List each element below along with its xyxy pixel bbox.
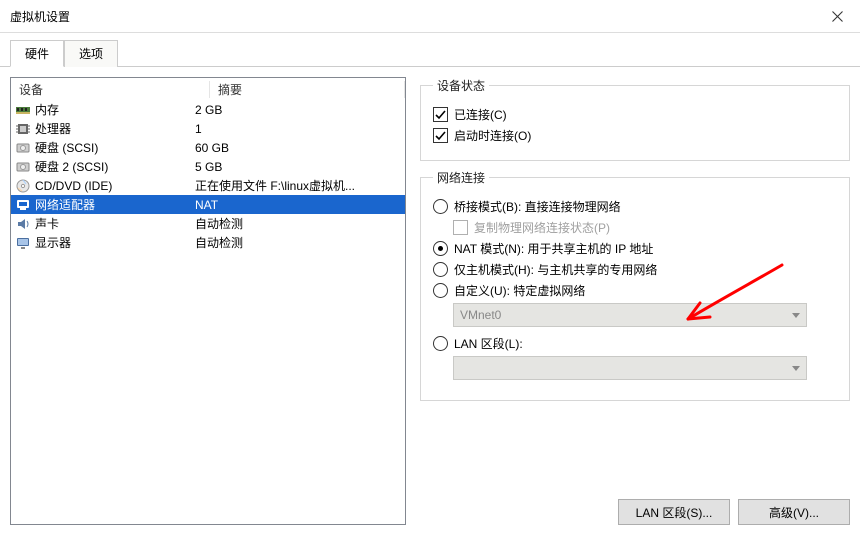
device-row[interactable]: 显示器自动检测 xyxy=(11,233,405,252)
device-name: 内存 xyxy=(35,101,195,118)
radio-icon xyxy=(433,262,448,277)
radio-lan-segment[interactable]: LAN 区段(L): xyxy=(433,335,837,352)
device-row[interactable]: 声卡自动检测 xyxy=(11,214,405,233)
checkbox-replicate-state-label: 复制物理网络连接状态(P) xyxy=(474,219,610,236)
device-summary: 正在使用文件 F:\linux虚拟机... xyxy=(195,177,401,194)
device-row[interactable]: 硬盘 (SCSI)60 GB xyxy=(11,138,405,157)
radio-icon xyxy=(433,283,448,298)
checkmark-icon xyxy=(433,107,448,122)
radio-icon xyxy=(433,199,448,214)
radio-icon xyxy=(433,241,448,256)
close-icon xyxy=(832,11,843,22)
device-row[interactable]: 处理器1 xyxy=(11,119,405,138)
device-name: 显示器 xyxy=(35,234,195,251)
device-summary: 自动检测 xyxy=(195,215,401,232)
device-name: CD/DVD (IDE) xyxy=(35,179,195,193)
device-summary: 自动检测 xyxy=(195,234,401,251)
titlebar: 虚拟机设置 xyxy=(0,0,860,33)
checkbox-connect-at-poweron-label: 启动时连接(O) xyxy=(454,127,531,144)
device-name: 处理器 xyxy=(35,120,195,137)
device-row[interactable]: 内存2 GB xyxy=(11,100,405,119)
device-table-body: 内存2 GB处理器1硬盘 (SCSI)60 GB硬盘 2 (SCSI)5 GBC… xyxy=(11,100,405,524)
device-name: 硬盘 (SCSI) xyxy=(35,139,195,156)
device-name: 声卡 xyxy=(35,215,195,232)
window-title: 虚拟机设置 xyxy=(10,8,70,25)
tab-strip: 硬件 选项 xyxy=(0,33,860,67)
button-row: LAN 区段(S)... 高级(V)... xyxy=(420,491,850,525)
checkmark-icon xyxy=(453,220,468,235)
device-settings-panel: 设备状态 已连接(C) 启动时连接(O) 网络连接 xyxy=(420,77,850,525)
column-header-summary[interactable]: 摘要 xyxy=(210,81,405,98)
device-status-legend: 设备状态 xyxy=(433,77,489,94)
device-status-group: 设备状态 已连接(C) 启动时连接(O) xyxy=(420,77,850,161)
device-row[interactable]: CD/DVD (IDE)正在使用文件 F:\linux虚拟机... xyxy=(11,176,405,195)
checkbox-connect-at-poweron[interactable]: 启动时连接(O) xyxy=(433,127,837,144)
radio-hostonly[interactable]: 仅主机模式(H): 与主机共享的专用网络 xyxy=(433,261,837,278)
radio-custom-label: 自定义(U): 特定虚拟网络 xyxy=(454,282,585,299)
network-connection-legend: 网络连接 xyxy=(433,169,489,186)
display-icon xyxy=(15,235,31,251)
device-summary: 1 xyxy=(195,122,401,136)
device-summary: 5 GB xyxy=(195,160,401,174)
network-connection-group: 网络连接 桥接模式(B): 直接连接物理网络 复制物理网络连接状态(P) NAT… xyxy=(420,169,850,401)
radio-lan-segment-label: LAN 区段(L): xyxy=(454,335,523,352)
custom-vmnet-select: VMnet0 xyxy=(453,303,807,327)
device-name: 硬盘 2 (SCSI) xyxy=(35,158,195,175)
cd-icon xyxy=(15,178,31,194)
device-table-header: 设备 摘要 xyxy=(11,78,405,100)
device-summary: NAT xyxy=(195,198,401,212)
device-row[interactable]: 网络适配器NAT xyxy=(11,195,405,214)
checkbox-replicate-state: 复制物理网络连接状态(P) xyxy=(453,219,837,236)
device-name: 网络适配器 xyxy=(35,196,195,213)
content-area: 设备 摘要 内存2 GB处理器1硬盘 (SCSI)60 GB硬盘 2 (SCSI… xyxy=(0,67,860,535)
chevron-down-icon xyxy=(792,313,800,318)
net-icon xyxy=(15,197,31,213)
radio-nat[interactable]: NAT 模式(N): 用于共享主机的 IP 地址 xyxy=(433,240,837,257)
radio-bridged[interactable]: 桥接模式(B): 直接连接物理网络 xyxy=(433,198,837,215)
device-summary: 60 GB xyxy=(195,141,401,155)
advanced-button[interactable]: 高级(V)... xyxy=(738,499,850,525)
radio-custom[interactable]: 自定义(U): 特定虚拟网络 xyxy=(433,282,837,299)
column-header-device[interactable]: 设备 xyxy=(11,81,210,98)
tab-hardware[interactable]: 硬件 xyxy=(10,40,64,67)
custom-vmnet-value: VMnet0 xyxy=(460,308,501,322)
radio-icon xyxy=(433,336,448,351)
vm-settings-window: 虚拟机设置 硬件 选项 设备 摘要 内存2 GB处理器1硬盘 (SCSI)60 … xyxy=(0,0,860,535)
sound-icon xyxy=(15,216,31,232)
checkbox-connected-label: 已连接(C) xyxy=(454,106,507,123)
radio-hostonly-label: 仅主机模式(H): 与主机共享的专用网络 xyxy=(454,261,657,278)
cpu-icon xyxy=(15,121,31,137)
memory-icon xyxy=(15,102,31,118)
checkmark-icon xyxy=(433,128,448,143)
device-row[interactable]: 硬盘 2 (SCSI)5 GB xyxy=(11,157,405,176)
radio-bridged-label: 桥接模式(B): 直接连接物理网络 xyxy=(454,198,621,215)
device-list-panel: 设备 摘要 内存2 GB处理器1硬盘 (SCSI)60 GB硬盘 2 (SCSI… xyxy=(10,77,406,525)
close-button[interactable] xyxy=(814,1,860,31)
chevron-down-icon xyxy=(792,366,800,371)
tab-options[interactable]: 选项 xyxy=(64,40,118,67)
lan-segments-button[interactable]: LAN 区段(S)... xyxy=(618,499,730,525)
lan-segment-select xyxy=(453,356,807,380)
hdd-icon xyxy=(15,140,31,156)
checkbox-connected[interactable]: 已连接(C) xyxy=(433,106,837,123)
radio-nat-label: NAT 模式(N): 用于共享主机的 IP 地址 xyxy=(454,240,653,257)
device-summary: 2 GB xyxy=(195,103,401,117)
hdd-icon xyxy=(15,159,31,175)
